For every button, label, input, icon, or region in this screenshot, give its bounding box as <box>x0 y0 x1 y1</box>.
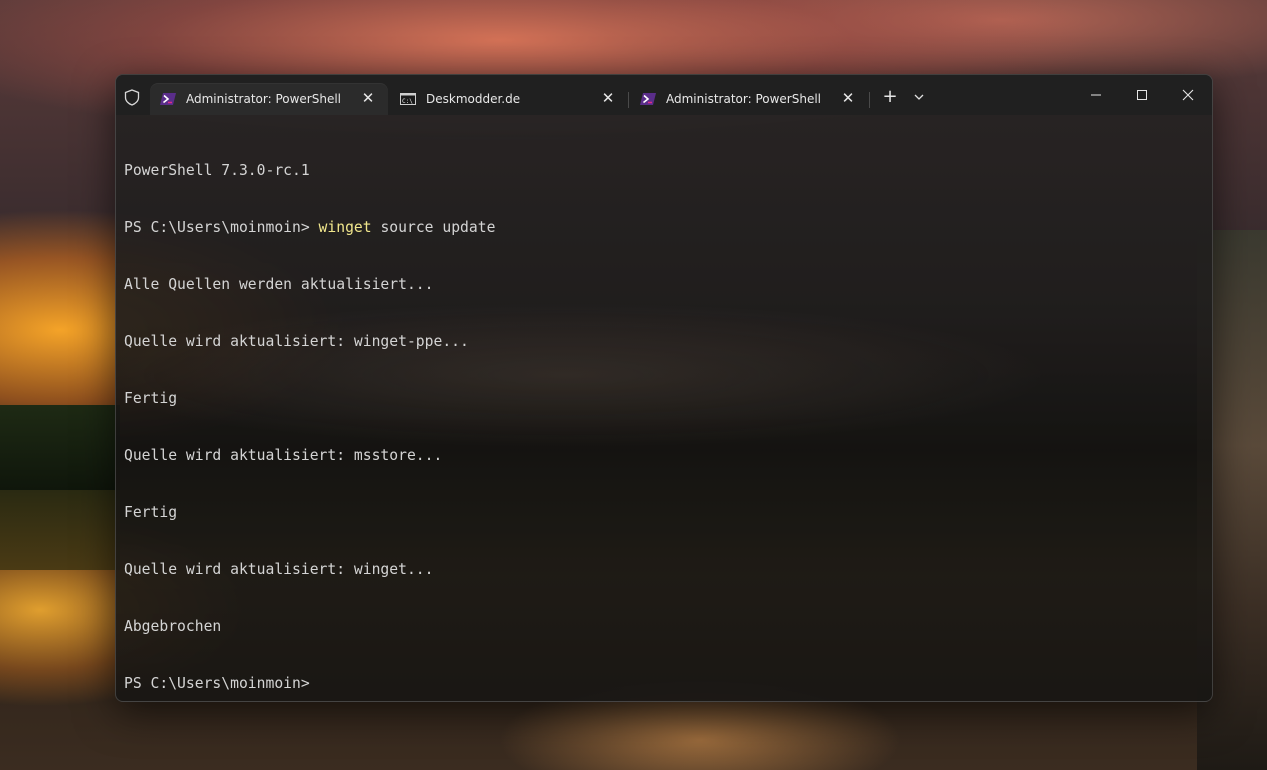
console-line: Fertig <box>124 504 178 521</box>
tab-label: Administrator: PowerShell <box>666 92 822 106</box>
close-tab-icon[interactable]: ✕ <box>600 90 616 106</box>
powershell-icon <box>640 93 656 105</box>
svg-text:C:\: C:\ <box>402 98 413 105</box>
console-line: Quelle wird aktualisiert: winget-ppe... <box>124 333 469 350</box>
tab-separator <box>628 92 629 108</box>
console-line: Quelle wird aktualisiert: winget... <box>124 561 434 578</box>
close-tab-icon[interactable]: ✕ <box>360 90 376 106</box>
cmd-icon: C:\ <box>400 93 416 105</box>
chevron-down-icon[interactable] <box>912 90 926 104</box>
close-window-icon[interactable] <box>1178 85 1198 105</box>
command-name: winget <box>318 219 372 236</box>
console-line: PS C:\Users\moinmoin> winget source upda… <box>124 218 1204 237</box>
console-line: Alle Quellen werden aktualisiert... <box>124 276 434 293</box>
console-line: Abgebrochen <box>124 618 222 635</box>
tab-label: Deskmodder.de <box>426 92 521 106</box>
tab-administrator-powershell-2[interactable]: Administrator: PowerShell ✕ <box>630 83 866 115</box>
prompt: PS C:\Users\moinmoin> <box>124 219 319 236</box>
console-prompt-line: PS C:\Users\moinmoin> <box>124 675 310 692</box>
tab-administrator-powershell-1[interactable]: Administrator: PowerShell ✕ <box>150 83 388 115</box>
title-bar[interactable]: Administrator: PowerShell ✕ C:\ Deskmodd… <box>116 75 1212 115</box>
command-args: source update <box>371 219 496 236</box>
console-line: PowerShell 7.3.0-rc.1 <box>124 162 310 179</box>
wallpaper-tree-line <box>0 405 120 490</box>
terminal-window: Administrator: PowerShell ✕ C:\ Deskmodd… <box>115 74 1213 702</box>
tab-label: Administrator: PowerShell <box>186 92 342 106</box>
tab-deskmodder[interactable]: C:\ Deskmodder.de ✕ <box>390 83 624 115</box>
wallpaper-lake-reflection <box>0 490 120 570</box>
tab-separator <box>869 92 870 108</box>
new-tab-button[interactable]: + <box>881 88 899 106</box>
console-output[interactable]: PowerShell 7.3.0-rc.1 PS C:\Users\moinmo… <box>124 123 1204 701</box>
maximize-icon[interactable] <box>1132 85 1152 105</box>
close-tab-icon[interactable]: ✕ <box>840 90 856 106</box>
console-line: Fertig <box>124 390 178 407</box>
minimize-icon[interactable] <box>1086 85 1106 105</box>
powershell-icon <box>160 93 176 105</box>
console-line: Quelle wird aktualisiert: msstore... <box>124 447 443 464</box>
shield-icon <box>124 89 140 106</box>
